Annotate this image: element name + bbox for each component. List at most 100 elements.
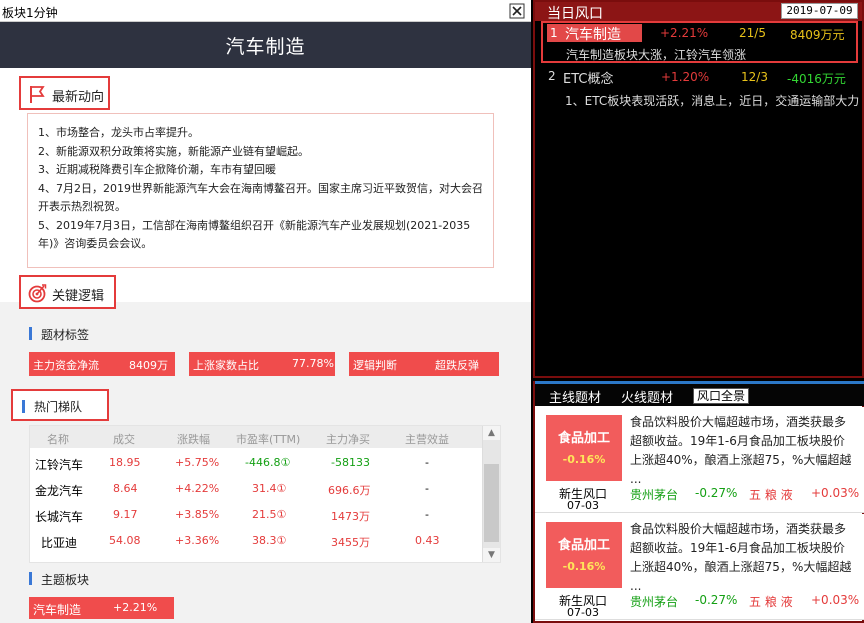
wind-flow: 8409万元 [790,28,845,42]
wind-change: +2.21% [660,26,709,40]
wind-flow: -4016万元 [787,72,846,86]
theme-chip[interactable]: 汽车制造 +2.21% [29,597,174,619]
wind-desc: 汽车制造板块大涨，江铃汽车领涨 [566,48,747,62]
stock-efficiency: - [425,456,429,469]
tag-main-capital[interactable]: 主力资金净流 8409万 [29,352,175,376]
sector-detail-panel: 板块1分钟 汽车制造 最新动向 1、市场整合，龙头市占率提升。 2、新能源双积分… [0,0,531,623]
theme-card[interactable]: 食品加工 -0.16% 新生风口 07-03 食品饮料股价大幅超越市场，酒类获最… [535,407,864,513]
logic-section-title: 关键逻辑 [52,289,105,304]
tags-subheader: 题材标签 [29,325,129,343]
stock-name[interactable]: 五 粮 液 [749,486,793,503]
scroll-down-icon[interactable]: ▼ [483,548,500,562]
scroll-thumb[interactable] [484,464,499,542]
tag-up-ratio[interactable]: 上涨家数占比 77.78% [189,352,335,376]
wind-name: 汽车制造 [565,27,621,43]
close-icon[interactable] [509,3,525,19]
stock-name[interactable]: 贵州茅台 [630,593,678,610]
ladder-section-header: 热门梯队 [11,389,109,421]
tab-wind-overview[interactable]: 风口全景 [693,388,750,404]
news-item: 3、近期减税降费引车企掀降价潮，车市有望回暖 [38,163,276,176]
col-header[interactable]: 涨跌幅 [177,431,210,447]
theme-subheader: 主题板块 [29,570,129,588]
scroll-up-icon[interactable]: ▲ [483,426,500,440]
stock-price: 54.08 [109,534,141,547]
wind-rank: 2 [548,69,556,83]
subheader-bar [29,572,32,585]
tag-value: 超跌反弹 [435,359,479,372]
theme-card-desc: 食品饮料股价大幅超越市场，酒类获最多超额收益。19年1-6月食品加工板块股价上涨… [630,415,852,486]
stock-pe: -446.8① [245,456,291,469]
tab-main-theme[interactable]: 主线题材 [549,387,601,406]
col-header[interactable]: 主力净买 [326,431,370,447]
news-item: 5、2019年7月3日，工信部在海南博鳌组织召开《新能源汽车产业发展规划(202… [38,218,471,251]
theme-card[interactable]: 食品加工 -0.16% 新生风口 07-03 食品饮料股价大幅超越市场，酒类获最… [535,514,864,620]
tag-value: 8409万 [129,359,168,372]
theme-card-name: 食品加工 [557,431,610,446]
tag-logic-judgement[interactable]: 逻辑判断 超跌反弹 [349,352,499,376]
news-section-title: 最新动向 [52,90,105,105]
ladder-table: 名称 成交 涨跌幅 市盈率(TTM) 主力净买 主营效益 江铃汽车 18.95 … [29,425,501,563]
col-header[interactable]: 名称 [47,431,69,447]
stock-name: 江铃汽车 [35,458,84,472]
window-titlebar: 板块1分钟 [0,0,531,22]
stock-name: 长城汽车 [35,510,84,524]
col-header[interactable]: 成交 [113,431,135,447]
stock-name: 金龙汽车 [35,484,84,498]
stock-change: +0.03% [811,593,860,607]
theme-chip-name: 汽车制造 [33,603,82,617]
stock-efficiency: - [425,482,429,495]
stock-name[interactable]: 贵州茅台 [630,486,678,503]
flag-icon [30,86,45,103]
tag-label: 逻辑判断 [353,359,397,372]
tags-subheader-title: 题材标签 [41,328,90,342]
wind-desc: 1、ETC板块表现活跃，消息上，近日，交通运输部大力... [565,94,860,108]
news-item: 1、市场整合，龙头市占率提升。 [38,126,199,139]
stock-name[interactable]: 五 粮 液 [749,593,793,610]
stock-change: +4.22% [175,482,220,495]
date-picker[interactable]: 2019-07-09 [781,3,858,19]
stock-pe: 21.5① [252,508,287,521]
stock-net-buy: -58133 [331,456,370,469]
logic-section-header: 关键逻辑 [19,275,116,309]
stock-change: +0.03% [811,486,860,500]
theme-subheader-title: 主题板块 [41,573,90,587]
stock-net-buy: 696.6万 [328,484,371,497]
stock-net-buy: 1473万 [331,510,370,523]
theme-card-change: -0.16% [562,453,606,466]
daily-wind-title: 当日风口 [547,6,603,22]
window-title: 板块1分钟 [2,6,58,20]
table-header: 名称 成交 涨跌幅 市盈率(TTM) 主力净买 主营效益 [30,426,482,448]
col-header[interactable]: 市盈率(TTM) [236,431,300,447]
theme-card-name: 食品加工 [557,538,610,553]
theme-card-desc: 食品饮料股价大幅超越市场，酒类获最多超额收益。19年1-6月食品加工板块股价上涨… [630,522,852,593]
subheader-bar [29,327,32,340]
stock-change: -0.27% [695,593,738,607]
tag-label: 主力资金净流 [33,359,99,372]
ladder-section-title: 热门梯队 [34,400,83,414]
stock-change: -0.27% [695,486,738,500]
table-scrollbar[interactable]: ▲ ▼ [482,426,500,562]
stock-efficiency: 0.43 [415,534,440,547]
stock-price: 18.95 [109,456,141,469]
wind-rank: 1 [550,26,558,40]
app-root: 板块1分钟 汽车制造 最新动向 1、市场整合，龙头市占率提升。 2、新能源双积分… [0,0,864,623]
sector-header: 汽车制造 [0,22,531,68]
tag-label: 上涨家数占比 [193,359,259,372]
stock-change: +3.36% [175,534,220,547]
col-header[interactable]: 主营效益 [405,431,449,447]
theme-chip-change: +2.21% [113,601,158,614]
themes-tabs: 主线题材 火线题材 风口全景 [535,384,864,406]
news-item: 4、7月2日，2019世界新能源汽车大会在海南博鳌召开。国家主席习近平致贺信，对… [38,181,483,214]
stock-pe: 38.3① [252,534,287,547]
wind-ratio: 21/5 [739,26,766,40]
target-icon [28,284,47,303]
theme-card-date: 07-03 [567,606,599,619]
sector-title: 汽车制造 [225,36,306,58]
stock-pe: 31.4① [252,482,287,495]
theme-card-date: 07-03 [567,499,599,512]
theme-card-badge: 食品加工 -0.16% [546,415,622,481]
wind-ratio: 12/3 [741,70,768,84]
themes-panel: 主线题材 火线题材 风口全景 食品加工 -0.16% 新生风口 07-03 食品… [533,381,864,623]
tab-hot-theme[interactable]: 火线题材 [621,387,673,406]
news-item: 2、新能源双积分政策将实施，新能源产业链有望崛起。 [38,144,309,158]
